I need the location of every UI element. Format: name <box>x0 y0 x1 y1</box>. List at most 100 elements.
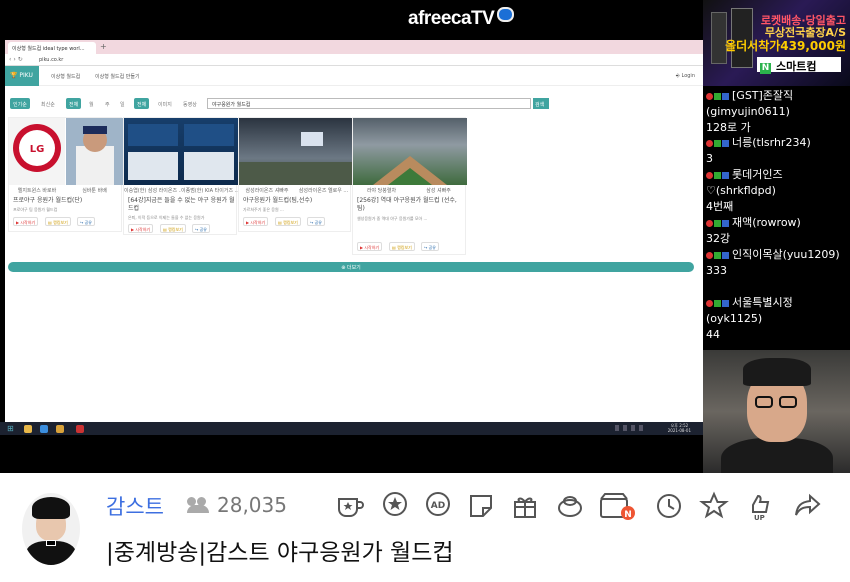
card-4-share: ↪ 공유 <box>421 242 439 251</box>
subscription-icon[interactable] <box>555 491 585 521</box>
fan-badge-icon <box>714 219 721 227</box>
share-label: 공유 <box>428 245 436 250</box>
webcam-overlay <box>703 350 850 473</box>
site-nav: 🏆 PIKU 이상형 월드컵 이상형 월드컵 만들기 ⎆ Login <box>5 66 703 86</box>
sticker-icon[interactable] <box>466 491 496 521</box>
ad-balloon-icon[interactable]: AD <box>423 491 453 521</box>
user-icon <box>706 139 713 147</box>
browser-tab-bar: 이상형 월드컵 ideal type worl... + <box>5 40 703 54</box>
clock-date: 2021-08-01 <box>667 428 691 433</box>
ad-line-3: 올더서착가439,000원 <box>725 39 846 53</box>
filter-popular: 인기순 <box>10 98 30 109</box>
user-icon <box>706 171 713 179</box>
svg-text:LG: LG <box>30 144 45 155</box>
share-label: 공유 <box>84 220 92 225</box>
edge-taskbar-icon <box>40 425 48 433</box>
broadcast-title: |중계방송|감스트 야구응원가 월드컵 <box>106 540 454 566</box>
user-icon <box>706 219 713 227</box>
afreecatv-logo[interactable]: afreecaTV <box>408 7 515 30</box>
start-label: 시작하기 <box>364 245 380 250</box>
svg-text:N: N <box>624 510 632 520</box>
start-label: 시작하기 <box>250 220 266 225</box>
streamer-body <box>721 438 833 473</box>
sub-badge-icon <box>722 219 729 227</box>
viewer-count: 28,035 <box>187 493 287 517</box>
avatar-bowtie <box>46 540 56 546</box>
cup-icon[interactable] <box>335 491 365 521</box>
card-2-start: ▶ 시작하기 <box>128 224 154 233</box>
share-icon[interactable] <box>792 491 822 521</box>
chrome-taskbar-icon <box>24 425 32 433</box>
brand-label: PIKU <box>19 72 33 79</box>
browser-tab: 이상형 월드컵 ideal type worl... <box>8 42 96 54</box>
glasses-right <box>779 396 797 408</box>
card-2-desc: 은퇴, 이적 등으로 이제는 들을 수 없는 응원가 <box>128 215 205 220</box>
rank-label: 랭킹보기 <box>283 220 298 225</box>
star-balloon-icon[interactable] <box>380 491 410 521</box>
chat-message: 너릉(tlsrhr234) 3 <box>706 135 848 167</box>
card-4-title: [256강] 역대 야구응원가 월드컵 (선수, 팀) <box>357 197 457 212</box>
card-3-rank: ▤ 랭킹보기 <box>275 217 301 226</box>
card-4-rank: ▤ 랭킹보기 <box>389 242 415 251</box>
fan-badge-icon <box>714 171 721 179</box>
worldcup-card-1: LG 엘지트윈스 바로바 심바툰 바배 프로야구 응원가 월드컵(단) 프로야구… <box>8 117 123 232</box>
start-label: 시작하기 <box>135 227 151 232</box>
sponsor-ad[interactable]: 로켓배송·당일출고 무상전국출장A/S 올더서착가439,000원 N 스마트컴 <box>703 0 850 86</box>
app-taskbar-icon <box>76 425 84 433</box>
chat-message: 인직이목살(yuu1209) 333 <box>706 247 848 279</box>
user-icon <box>706 251 713 259</box>
piku-brand: 🏆 PIKU <box>5 66 39 86</box>
worldcup-card-4: 라야 당붕렬차 삼성 셔빠주 [256강] 역대 야구응원가 월드컵 (선수, … <box>352 117 467 255</box>
vod-icon[interactable]: N <box>598 491 638 521</box>
worldcup-card-3: 삼성라이온즈 셔빠주 삼성라이온즈 엘로우 ... 야구응원가 월드컵(팀,선수… <box>238 117 352 232</box>
sub-badge-icon <box>722 299 729 307</box>
favorite-star-icon[interactable] <box>699 491 729 521</box>
card-3-cap-b: 삼성라이온즈 엘로우 ... <box>298 188 349 194</box>
sub-badge-icon <box>722 139 729 147</box>
card-thumb-ballpark <box>353 118 467 185</box>
up-like-icon[interactable]: UP <box>744 491 774 521</box>
card-thumb-twins: LG <box>9 118 65 185</box>
address-bar: ‹›↻ piku.co.kr <box>5 54 703 66</box>
system-tray <box>615 425 655 431</box>
fan-badge-icon <box>714 299 721 307</box>
card-thumb-player <box>66 118 123 185</box>
chat-user[interactable]: 인직이목살(yuu1209) <box>732 248 840 261</box>
chat-text: 44 <box>706 328 720 341</box>
share-label: 공유 <box>199 227 207 232</box>
ad-shop-name: 스마트컴 <box>776 60 817 73</box>
avatar-hair <box>32 497 70 519</box>
broadcast-info: 감스트 28,035 |중계방송|감스트 야구응원가 월드컵 AD N UP <box>0 473 850 582</box>
sub-badge-icon <box>722 92 729 100</box>
fan-badge-icon <box>714 139 721 147</box>
naver-n-icon: N <box>760 63 771 74</box>
chat-user[interactable]: 너릉(tlsrhr234) <box>732 136 811 149</box>
gift-icon[interactable] <box>510 491 540 521</box>
card-1-title: 프로야구 응원가 월드컵(단) <box>13 197 83 204</box>
url-text: piku.co.kr <box>39 57 64 63</box>
card-2-cap-b: 이종범(한) KIA 타이거즈 ... <box>181 188 238 194</box>
rank-label: 랭킹보기 <box>53 220 68 225</box>
card-1-desc: 프로야구 팀 응원가 월드컵 <box>13 207 58 212</box>
login-label: Login <box>681 73 696 79</box>
logo-badge-icon <box>497 7 515 23</box>
card-3-title: 야구응원가 월드컵(팀,선수) <box>243 197 313 204</box>
card-1-start: ▶ 시작하기 <box>13 217 39 226</box>
streamer-name[interactable]: 감스트 <box>106 491 164 521</box>
streamer-avatar[interactable] <box>22 493 80 565</box>
rank-label: 랭킹보기 <box>168 227 183 232</box>
card-1-rank: ▤ 랭킹보기 <box>45 217 71 226</box>
nav-make-worldcup: 이상형 월드컵 만들기 <box>95 74 140 80</box>
chat-user[interactable]: 재액(rowrow) <box>732 216 801 229</box>
history-clock-icon[interactable] <box>654 491 684 521</box>
chat-panel: 로켓배송·당일출고 무상전국출장A/S 올더서착가439,000원 N 스마트컴 … <box>703 0 850 473</box>
chat-text: 32강 <box>706 232 731 245</box>
stream-video[interactable]: 이상형 월드컵 ideal type worl... + ‹›↻ piku.co… <box>0 40 703 473</box>
card-4-desc: 셀성응원가 중 역대 야구 응원가를 모아 ... <box>357 216 428 221</box>
chat-message: [GST]존잘직(gimyujin0611) 128로 가 <box>706 88 848 136</box>
streamer-hair <box>743 358 811 386</box>
card-2-rank: ▤ 랭킹보기 <box>160 224 186 233</box>
filter-image: 이미지 <box>158 102 172 108</box>
nav-worldcup: 이상형 월드컵 <box>51 74 81 80</box>
share-label: 공유 <box>314 220 322 225</box>
